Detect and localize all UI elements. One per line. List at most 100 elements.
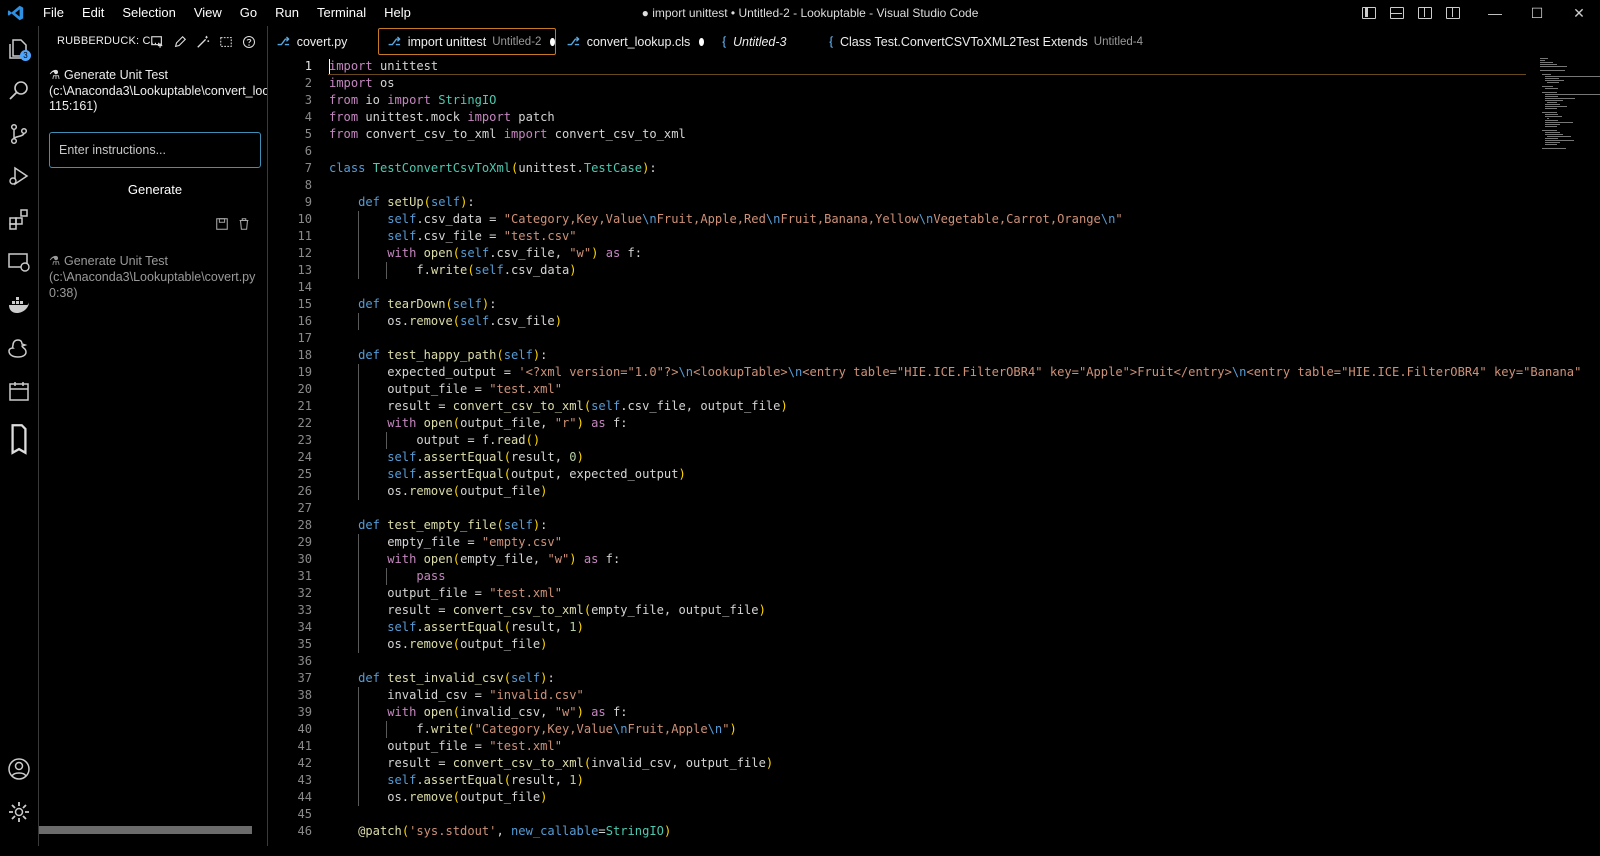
magic-wand-icon[interactable] bbox=[193, 32, 212, 51]
sidebar-horizontal-scrollbar[interactable] bbox=[39, 826, 252, 834]
code-line[interactable]: 30 with open(empty_file, "w") as f: bbox=[268, 551, 1518, 568]
unsaved-dot-icon[interactable] bbox=[550, 37, 555, 46]
code-line[interactable]: 7 class TestConvertCsvToXml(unittest.Test… bbox=[268, 160, 1518, 177]
indent-guide bbox=[358, 585, 360, 602]
code-line[interactable]: 45 bbox=[268, 806, 1518, 823]
code-line[interactable]: 21 result = convert_csv_to_xml(self.csv_… bbox=[268, 398, 1518, 415]
new-chat-icon[interactable] bbox=[147, 32, 166, 51]
code-line[interactable]: 40 f.write("Category,Key,Value\nFruit,Ap… bbox=[268, 721, 1518, 738]
source-control-icon[interactable] bbox=[6, 121, 32, 147]
code-line[interactable]: 38 invalid_csv = "invalid.csv" bbox=[268, 687, 1518, 704]
code-line[interactable]: 10 self.csv_data = "Category,Key,Value\n… bbox=[268, 211, 1518, 228]
tab-5[interactable]: ｛ Class Test.ConvertCSVToXML2Test Extends… bbox=[813, 28, 1143, 55]
code-line[interactable]: 46 @patch('sys.stdout', new_callable=Str… bbox=[268, 823, 1518, 840]
line-number: 26 bbox=[297, 484, 312, 498]
code-line[interactable]: 41 output_file = "test.xml" bbox=[268, 738, 1518, 755]
code-line[interactable]: 17 bbox=[268, 330, 1518, 347]
edit-code-icon[interactable] bbox=[170, 32, 189, 51]
code-line[interactable]: 43 self.assertEqual(result, 1) bbox=[268, 772, 1518, 789]
code-line[interactable]: 22 with open(output_file, "r") as f: bbox=[268, 415, 1518, 432]
code-line[interactable]: 25 self.assertEqual(output, expected_out… bbox=[268, 466, 1518, 483]
bookmark-icon[interactable] bbox=[6, 421, 32, 457]
code-line[interactable]: 37 def test_invalid_csv(self): bbox=[268, 670, 1518, 687]
tab-2[interactable]: ⎇ import unittest Untitled-2 bbox=[378, 28, 556, 55]
code-line[interactable]: 9 def setUp(self): bbox=[268, 194, 1518, 211]
close-button[interactable]: ✕ bbox=[1558, 0, 1600, 26]
line-number: 41 bbox=[297, 739, 312, 753]
code-line[interactable]: 31 pass bbox=[268, 568, 1518, 585]
code-line[interactable]: 8 bbox=[268, 177, 1518, 194]
maximize-button[interactable]: ☐ bbox=[1516, 0, 1558, 26]
customize-layout-icon[interactable] bbox=[1446, 7, 1460, 19]
settings-gear-icon[interactable] bbox=[6, 799, 32, 825]
code-line[interactable]: 15 def tearDown(self): bbox=[268, 296, 1518, 313]
minimap-line bbox=[1544, 94, 1600, 95]
code-line[interactable]: 32 output_file = "test.xml" bbox=[268, 585, 1518, 602]
unsaved-dot-icon[interactable] bbox=[699, 37, 704, 46]
code-line[interactable]: 29 empty_file = "empty.csv" bbox=[268, 534, 1518, 551]
toggle-secondary-sidebar-icon[interactable] bbox=[1418, 7, 1432, 19]
run-debug-icon[interactable] bbox=[6, 163, 32, 189]
code-line[interactable]: 13 f.write(self.csv_data) bbox=[268, 262, 1518, 279]
minimize-button[interactable]: — bbox=[1474, 0, 1516, 26]
code-line[interactable]: 2 import os bbox=[268, 75, 1518, 92]
menu-go[interactable]: Go bbox=[231, 0, 266, 26]
menu-terminal[interactable]: Terminal bbox=[308, 0, 375, 26]
tab-4[interactable]: ｛ Untitled-3 bbox=[706, 28, 811, 55]
docker-icon[interactable] bbox=[6, 292, 32, 318]
code-line[interactable]: 44 os.remove(output_file) bbox=[268, 789, 1518, 806]
code-line[interactable]: 1 import unittest bbox=[268, 58, 1526, 75]
menu-file[interactable]: File bbox=[34, 0, 73, 26]
code-line[interactable]: 33 result = convert_csv_to_xml(empty_fil… bbox=[268, 602, 1518, 619]
code-line[interactable]: 14 bbox=[268, 279, 1518, 296]
explorer-icon[interactable]: 3 bbox=[6, 36, 32, 62]
code-line[interactable]: 12 with open(self.csv_file, "w") as f: bbox=[268, 245, 1518, 262]
code-line[interactable]: 28 def test_empty_file(self): bbox=[268, 517, 1518, 534]
save-icon[interactable] bbox=[215, 217, 231, 233]
code-line[interactable]: 23 output = f.read() bbox=[268, 432, 1518, 449]
code-line[interactable]: 11 self.csv_file = "test.csv" bbox=[268, 228, 1518, 245]
code-line[interactable]: 18 def test_happy_path(self): bbox=[268, 347, 1518, 364]
code-line[interactable]: 27 bbox=[268, 500, 1518, 517]
selection-icon[interactable] bbox=[216, 32, 235, 51]
account-icon[interactable] bbox=[6, 756, 32, 782]
code-text: with open(empty_file, "w") as f: bbox=[387, 552, 621, 566]
tab-1[interactable]: ⎇ covert.py bbox=[268, 28, 376, 55]
search-icon[interactable] bbox=[6, 78, 32, 104]
code-line[interactable]: 6 bbox=[268, 143, 1518, 160]
extensions-icon[interactable] bbox=[6, 206, 32, 232]
code-line[interactable]: 39 with open(invalid_csv, "w") as f: bbox=[268, 704, 1518, 721]
code-line[interactable]: 26 os.remove(output_file) bbox=[268, 483, 1518, 500]
tab-3[interactable]: ⎇ convert_lookup.cls bbox=[558, 28, 704, 55]
code-line[interactable]: 24 self.assertEqual(result, 0) bbox=[268, 449, 1518, 466]
menu-help[interactable]: Help bbox=[375, 0, 420, 26]
help-icon[interactable] bbox=[239, 32, 258, 51]
menu-view[interactable]: View bbox=[185, 0, 231, 26]
toggle-primary-sidebar-icon[interactable] bbox=[1362, 7, 1376, 19]
menu-run[interactable]: Run bbox=[266, 0, 308, 26]
code-line[interactable]: 16 os.remove(self.csv_file) bbox=[268, 313, 1518, 330]
code-line[interactable]: 35 os.remove(output_file) bbox=[268, 636, 1518, 653]
code-line[interactable]: 34 self.assertEqual(result, 1) bbox=[268, 619, 1518, 636]
menu-selection[interactable]: Selection bbox=[113, 0, 184, 26]
menu-edit[interactable]: Edit bbox=[73, 0, 113, 26]
code-line[interactable]: 36 bbox=[268, 653, 1518, 670]
code-line[interactable]: 42 result = convert_csv_to_xml(invalid_c… bbox=[268, 755, 1518, 772]
tab-label: Untitled-3 bbox=[733, 34, 787, 49]
code-line[interactable]: 4 from unittest.mock import patch bbox=[268, 109, 1518, 126]
toggle-panel-icon[interactable] bbox=[1390, 7, 1404, 19]
indent-guide bbox=[358, 364, 360, 381]
code-editor[interactable]: 1 import unittest 2 import os 3 from io impor… bbox=[268, 58, 1600, 846]
code-line[interactable]: 3 from io import StringIO bbox=[268, 92, 1518, 109]
calendar-icon[interactable] bbox=[6, 378, 32, 404]
generate-button[interactable]: Generate bbox=[49, 178, 261, 202]
instructions-input[interactable] bbox=[49, 132, 261, 168]
history-item-title[interactable]: ⚗ Generate Unit Test bbox=[49, 253, 168, 269]
minimap[interactable] bbox=[1540, 58, 1600, 168]
remote-explorer-icon[interactable] bbox=[6, 249, 32, 275]
code-line[interactable]: 20 output_file = "test.xml" bbox=[268, 381, 1518, 398]
rubberduck-icon[interactable] bbox=[6, 335, 32, 361]
code-line[interactable]: 19 expected_output = '<?xml version="1.0… bbox=[268, 364, 1581, 381]
code-line[interactable]: 5 from convert_csv_to_xml import convert_… bbox=[268, 126, 1518, 143]
trash-icon[interactable] bbox=[237, 217, 253, 233]
